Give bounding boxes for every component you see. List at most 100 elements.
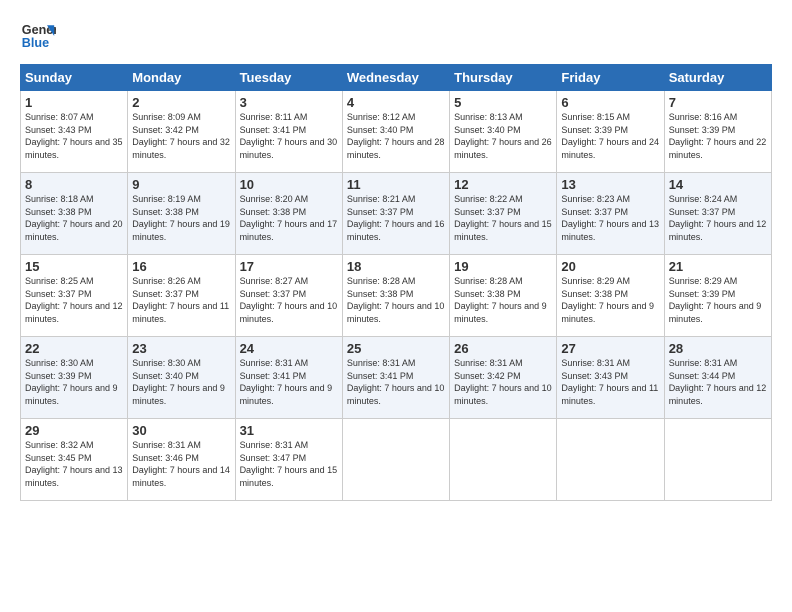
day-number: 18 [347, 259, 445, 274]
cell-info: Sunrise: 8:28 AMSunset: 3:38 PMDaylight:… [454, 275, 552, 325]
day-number: 26 [454, 341, 552, 356]
calendar-header-row: SundayMondayTuesdayWednesdayThursdayFrid… [21, 65, 772, 91]
calendar-cell: 8Sunrise: 8:18 AMSunset: 3:38 PMDaylight… [21, 173, 128, 255]
cell-info: Sunrise: 8:15 AMSunset: 3:39 PMDaylight:… [561, 111, 659, 161]
day-number: 30 [132, 423, 230, 438]
calendar-cell: 13Sunrise: 8:23 AMSunset: 3:37 PMDayligh… [557, 173, 664, 255]
day-number: 22 [25, 341, 123, 356]
cell-info: Sunrise: 8:16 AMSunset: 3:39 PMDaylight:… [669, 111, 767, 161]
cell-info: Sunrise: 8:11 AMSunset: 3:41 PMDaylight:… [240, 111, 338, 161]
calendar-cell: 30Sunrise: 8:31 AMSunset: 3:46 PMDayligh… [128, 419, 235, 501]
cell-info: Sunrise: 8:31 AMSunset: 3:42 PMDaylight:… [454, 357, 552, 407]
day-number: 7 [669, 95, 767, 110]
cell-info: Sunrise: 8:30 AMSunset: 3:39 PMDaylight:… [25, 357, 123, 407]
calendar-cell: 15Sunrise: 8:25 AMSunset: 3:37 PMDayligh… [21, 255, 128, 337]
cell-info: Sunrise: 8:12 AMSunset: 3:40 PMDaylight:… [347, 111, 445, 161]
calendar-cell: 12Sunrise: 8:22 AMSunset: 3:37 PMDayligh… [450, 173, 557, 255]
day-number: 9 [132, 177, 230, 192]
day-number: 2 [132, 95, 230, 110]
calendar-cell [664, 419, 771, 501]
calendar-cell: 21Sunrise: 8:29 AMSunset: 3:39 PMDayligh… [664, 255, 771, 337]
calendar-cell: 11Sunrise: 8:21 AMSunset: 3:37 PMDayligh… [342, 173, 449, 255]
day-number: 21 [669, 259, 767, 274]
day-number: 12 [454, 177, 552, 192]
cell-info: Sunrise: 8:30 AMSunset: 3:40 PMDaylight:… [132, 357, 230, 407]
calendar-cell: 22Sunrise: 8:30 AMSunset: 3:39 PMDayligh… [21, 337, 128, 419]
calendar-cell: 14Sunrise: 8:24 AMSunset: 3:37 PMDayligh… [664, 173, 771, 255]
day-number: 8 [25, 177, 123, 192]
col-header-thursday: Thursday [450, 65, 557, 91]
svg-text:Blue: Blue [22, 36, 49, 50]
cell-info: Sunrise: 8:32 AMSunset: 3:45 PMDaylight:… [25, 439, 123, 489]
cell-info: Sunrise: 8:22 AMSunset: 3:37 PMDaylight:… [454, 193, 552, 243]
calendar-cell [450, 419, 557, 501]
day-number: 28 [669, 341, 767, 356]
cell-info: Sunrise: 8:28 AMSunset: 3:38 PMDaylight:… [347, 275, 445, 325]
week-row-3: 15Sunrise: 8:25 AMSunset: 3:37 PMDayligh… [21, 255, 772, 337]
col-header-wednesday: Wednesday [342, 65, 449, 91]
day-number: 14 [669, 177, 767, 192]
cell-info: Sunrise: 8:25 AMSunset: 3:37 PMDaylight:… [25, 275, 123, 325]
day-number: 10 [240, 177, 338, 192]
logo: General Blue [20, 18, 56, 54]
calendar-cell: 1Sunrise: 8:07 AMSunset: 3:43 PMDaylight… [21, 91, 128, 173]
calendar-cell: 3Sunrise: 8:11 AMSunset: 3:41 PMDaylight… [235, 91, 342, 173]
cell-info: Sunrise: 8:09 AMSunset: 3:42 PMDaylight:… [132, 111, 230, 161]
calendar-cell: 10Sunrise: 8:20 AMSunset: 3:38 PMDayligh… [235, 173, 342, 255]
cell-info: Sunrise: 8:29 AMSunset: 3:38 PMDaylight:… [561, 275, 659, 325]
cell-info: Sunrise: 8:29 AMSunset: 3:39 PMDaylight:… [669, 275, 767, 325]
cell-info: Sunrise: 8:19 AMSunset: 3:38 PMDaylight:… [132, 193, 230, 243]
calendar-cell: 4Sunrise: 8:12 AMSunset: 3:40 PMDaylight… [342, 91, 449, 173]
cell-info: Sunrise: 8:23 AMSunset: 3:37 PMDaylight:… [561, 193, 659, 243]
day-number: 27 [561, 341, 659, 356]
calendar-cell: 19Sunrise: 8:28 AMSunset: 3:38 PMDayligh… [450, 255, 557, 337]
week-row-5: 29Sunrise: 8:32 AMSunset: 3:45 PMDayligh… [21, 419, 772, 501]
calendar-cell [342, 419, 449, 501]
calendar-cell: 7Sunrise: 8:16 AMSunset: 3:39 PMDaylight… [664, 91, 771, 173]
calendar-cell: 25Sunrise: 8:31 AMSunset: 3:41 PMDayligh… [342, 337, 449, 419]
day-number: 3 [240, 95, 338, 110]
week-row-4: 22Sunrise: 8:30 AMSunset: 3:39 PMDayligh… [21, 337, 772, 419]
cell-info: Sunrise: 8:07 AMSunset: 3:43 PMDaylight:… [25, 111, 123, 161]
cell-info: Sunrise: 8:27 AMSunset: 3:37 PMDaylight:… [240, 275, 338, 325]
calendar-cell: 27Sunrise: 8:31 AMSunset: 3:43 PMDayligh… [557, 337, 664, 419]
calendar-cell: 31Sunrise: 8:31 AMSunset: 3:47 PMDayligh… [235, 419, 342, 501]
col-header-monday: Monday [128, 65, 235, 91]
cell-info: Sunrise: 8:31 AMSunset: 3:47 PMDaylight:… [240, 439, 338, 489]
day-number: 15 [25, 259, 123, 274]
col-header-saturday: Saturday [664, 65, 771, 91]
day-number: 5 [454, 95, 552, 110]
day-number: 20 [561, 259, 659, 274]
week-row-1: 1Sunrise: 8:07 AMSunset: 3:43 PMDaylight… [21, 91, 772, 173]
cell-info: Sunrise: 8:20 AMSunset: 3:38 PMDaylight:… [240, 193, 338, 243]
day-number: 6 [561, 95, 659, 110]
cell-info: Sunrise: 8:31 AMSunset: 3:41 PMDaylight:… [240, 357, 338, 407]
cell-info: Sunrise: 8:31 AMSunset: 3:41 PMDaylight:… [347, 357, 445, 407]
day-number: 1 [25, 95, 123, 110]
calendar-cell: 18Sunrise: 8:28 AMSunset: 3:38 PMDayligh… [342, 255, 449, 337]
cell-info: Sunrise: 8:13 AMSunset: 3:40 PMDaylight:… [454, 111, 552, 161]
calendar-cell: 29Sunrise: 8:32 AMSunset: 3:45 PMDayligh… [21, 419, 128, 501]
calendar-cell: 23Sunrise: 8:30 AMSunset: 3:40 PMDayligh… [128, 337, 235, 419]
cell-info: Sunrise: 8:24 AMSunset: 3:37 PMDaylight:… [669, 193, 767, 243]
cell-info: Sunrise: 8:21 AMSunset: 3:37 PMDaylight:… [347, 193, 445, 243]
calendar-cell: 26Sunrise: 8:31 AMSunset: 3:42 PMDayligh… [450, 337, 557, 419]
cell-info: Sunrise: 8:26 AMSunset: 3:37 PMDaylight:… [132, 275, 230, 325]
day-number: 17 [240, 259, 338, 274]
calendar-cell: 16Sunrise: 8:26 AMSunset: 3:37 PMDayligh… [128, 255, 235, 337]
calendar-cell: 6Sunrise: 8:15 AMSunset: 3:39 PMDaylight… [557, 91, 664, 173]
day-number: 19 [454, 259, 552, 274]
day-number: 29 [25, 423, 123, 438]
calendar-cell: 17Sunrise: 8:27 AMSunset: 3:37 PMDayligh… [235, 255, 342, 337]
logo-icon: General Blue [20, 18, 56, 54]
day-number: 25 [347, 341, 445, 356]
day-number: 11 [347, 177, 445, 192]
cell-info: Sunrise: 8:31 AMSunset: 3:44 PMDaylight:… [669, 357, 767, 407]
calendar-cell: 5Sunrise: 8:13 AMSunset: 3:40 PMDaylight… [450, 91, 557, 173]
week-row-2: 8Sunrise: 8:18 AMSunset: 3:38 PMDaylight… [21, 173, 772, 255]
col-header-friday: Friday [557, 65, 664, 91]
calendar-cell: 24Sunrise: 8:31 AMSunset: 3:41 PMDayligh… [235, 337, 342, 419]
calendar-cell: 2Sunrise: 8:09 AMSunset: 3:42 PMDaylight… [128, 91, 235, 173]
cell-info: Sunrise: 8:18 AMSunset: 3:38 PMDaylight:… [25, 193, 123, 243]
cell-info: Sunrise: 8:31 AMSunset: 3:46 PMDaylight:… [132, 439, 230, 489]
